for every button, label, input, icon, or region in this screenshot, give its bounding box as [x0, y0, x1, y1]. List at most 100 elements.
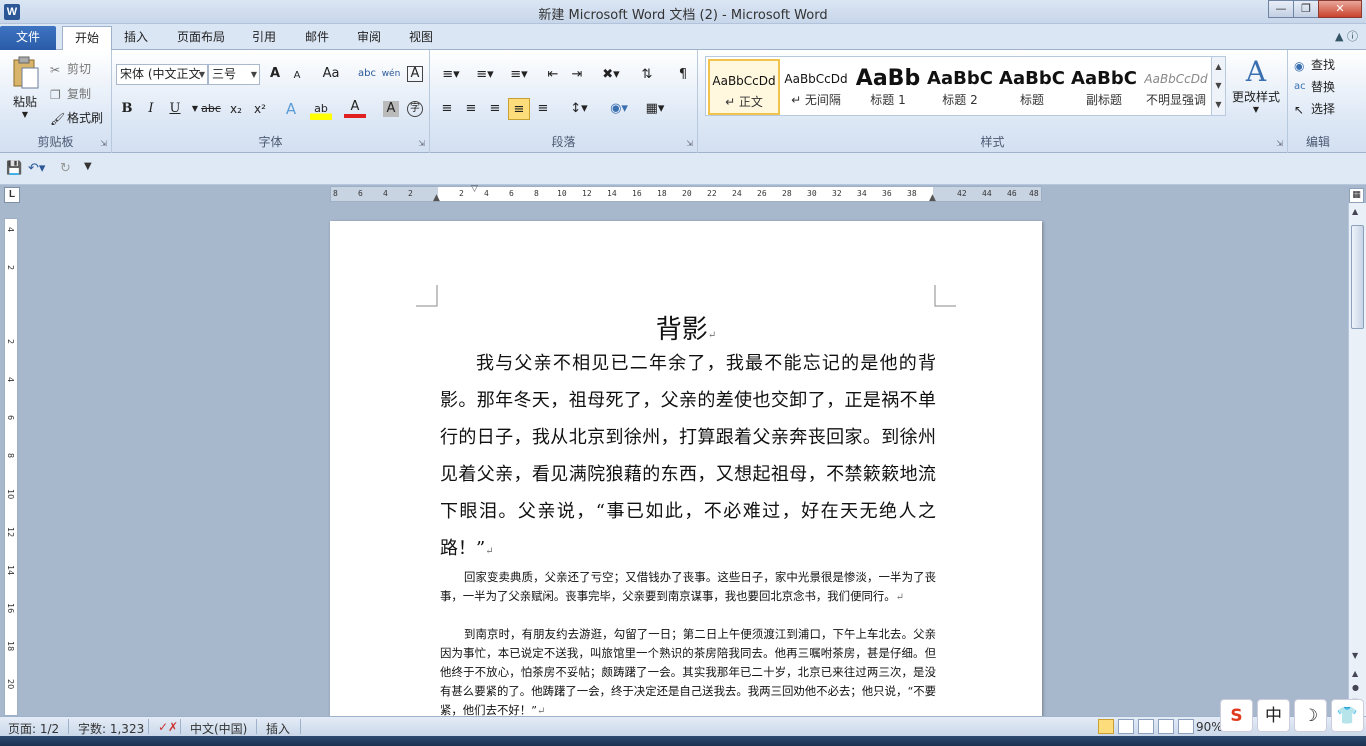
- close-icon[interactable]: ✕: [1318, 0, 1362, 18]
- style-heading-1[interactable]: AaBb 标题 1: [852, 59, 924, 115]
- tab-mailings[interactable]: 邮件: [293, 26, 341, 50]
- scroll-thumb[interactable]: [1351, 225, 1364, 329]
- outline-view-icon[interactable]: [1158, 719, 1174, 734]
- left-indent-marker-icon[interactable]: ▲: [433, 193, 440, 203]
- vertical-scrollbar[interactable]: ▲ ▼ ▲ ● ▼: [1348, 203, 1366, 716]
- phonetic-guide-icon[interactable]: abc: [356, 63, 378, 85]
- numbering-icon[interactable]: ≡▾: [470, 64, 500, 86]
- zoom-level[interactable]: 90%: [1196, 720, 1223, 734]
- ribbon-help-icon[interactable]: ▲ ⓘ: [1335, 28, 1358, 44]
- save-icon[interactable]: 💾: [6, 161, 22, 176]
- redo-icon[interactable]: ↻: [60, 161, 71, 176]
- browse-object-icon[interactable]: ●: [1352, 683, 1359, 692]
- align-center-icon[interactable]: ≡: [460, 98, 482, 120]
- shading-icon[interactable]: ◉▾: [604, 98, 634, 120]
- style-title[interactable]: AaBbC 标题: [996, 59, 1068, 115]
- word-count[interactable]: 字数: 1,323: [78, 720, 144, 737]
- show-marks-icon[interactable]: ¶: [672, 64, 694, 86]
- restore-icon[interactable]: ❐: [1293, 0, 1319, 18]
- font-size-select[interactable]: 三号 ▼: [208, 64, 260, 85]
- clipboard-launcher-icon[interactable]: ⇲: [100, 139, 107, 148]
- customize-qat-icon[interactable]: ▼: [84, 161, 92, 172]
- replace-button[interactable]: ac 替换: [1294, 78, 1335, 95]
- horizontal-ruler[interactable]: 8 6 4 2 2 4 6 8 10 12 14 16 18 20 22 24 …: [330, 184, 1042, 203]
- style-no-spacing[interactable]: AaBbCcDd ↵ 无间隔: [780, 59, 852, 115]
- superscript-button[interactable]: x²: [249, 98, 271, 120]
- borders-icon[interactable]: ▦▾: [640, 98, 670, 120]
- language-indicator[interactable]: 中文(中国): [190, 720, 247, 737]
- tab-view[interactable]: 视图: [397, 26, 445, 50]
- styles-gallery-scroll[interactable]: ▲ ▼ ▼: [1211, 56, 1226, 116]
- tab-references[interactable]: 引用: [240, 26, 288, 50]
- paste-button[interactable]: 粘贴 ▼: [8, 56, 42, 122]
- tab-review[interactable]: 审阅: [345, 26, 393, 50]
- tab-page-layout[interactable]: 页面布局: [165, 26, 237, 50]
- document-page[interactable]: 背影↵ 我与父亲不相见已二年余了，我最不能忘记的是他的背影。那年冬天，祖母死了，…: [330, 221, 1042, 716]
- scroll-up-icon[interactable]: ▲: [1352, 207, 1358, 216]
- ime-language-toggle[interactable]: 中: [1257, 699, 1290, 732]
- find-button[interactable]: ◉ 查找: [1294, 56, 1335, 73]
- paste-dropdown-icon[interactable]: ▼: [8, 110, 42, 119]
- underline-button[interactable]: U: [164, 98, 186, 120]
- first-line-indent-icon[interactable]: ▽: [471, 184, 478, 194]
- char-border-icon[interactable]: A: [407, 66, 423, 82]
- align-left-icon[interactable]: ≡: [436, 98, 458, 120]
- change-styles-button[interactable]: A 更改样式 ▼: [1230, 56, 1282, 115]
- proofing-icon[interactable]: ✓✗: [158, 720, 178, 734]
- font-launcher-icon[interactable]: ⇲: [418, 139, 425, 148]
- font-color-button[interactable]: A: [344, 98, 366, 118]
- enclose-char-icon[interactable]: 字: [407, 101, 423, 117]
- clear-format-icon[interactable]: wén: [380, 63, 402, 85]
- styles-launcher-icon[interactable]: ⇲: [1276, 139, 1283, 148]
- font-name-select[interactable]: 宋体 (中文正文 ▼: [116, 64, 208, 85]
- tab-insert[interactable]: 插入: [112, 26, 160, 50]
- copy-button[interactable]: ❐ 复制: [50, 85, 91, 102]
- view-ruler-icon[interactable]: ▦: [1349, 188, 1364, 203]
- tab-home[interactable]: 开始: [62, 26, 113, 50]
- distributed-icon[interactable]: ≡: [532, 98, 554, 120]
- multilevel-list-icon[interactable]: ≡▾: [504, 64, 534, 86]
- increase-indent-icon[interactable]: ⇥: [566, 64, 588, 86]
- subscript-button[interactable]: x₂: [225, 98, 247, 120]
- line-spacing-icon[interactable]: ↕▾: [564, 98, 594, 120]
- document-title[interactable]: 背影↵: [330, 309, 1042, 346]
- right-indent-marker-icon[interactable]: ▲: [929, 193, 936, 203]
- change-case-button[interactable]: Aa: [316, 63, 346, 85]
- style-normal[interactable]: AaBbCcDd ↵ 正文: [708, 59, 780, 115]
- paragraph-1[interactable]: 我与父亲不相见已二年余了，我最不能忘记的是他的背影。那年冬天，祖母死了，父亲的差…: [440, 345, 936, 570]
- style-subtitle[interactable]: AaBbC 副标题: [1068, 59, 1140, 115]
- shrink-font-button[interactable]: A: [286, 65, 308, 87]
- grow-font-button[interactable]: A: [264, 63, 286, 85]
- style-heading-2[interactable]: AaBbC 标题 2: [924, 59, 996, 115]
- web-layout-view-icon[interactable]: [1138, 719, 1154, 734]
- draft-view-icon[interactable]: [1178, 719, 1194, 734]
- full-screen-view-icon[interactable]: [1118, 719, 1134, 734]
- asian-layout-icon[interactable]: ✖▾: [596, 64, 626, 86]
- italic-button[interactable]: I: [140, 98, 162, 120]
- bold-button[interactable]: B: [116, 98, 138, 120]
- undo-icon[interactable]: ↶▾: [28, 161, 45, 176]
- tab-file[interactable]: 文件: [0, 26, 56, 50]
- align-right-icon[interactable]: ≡: [484, 98, 506, 120]
- sogou-logo-icon[interactable]: S: [1220, 699, 1253, 732]
- page-count[interactable]: 页面: 1/2: [8, 720, 59, 737]
- print-layout-view-icon[interactable]: [1098, 719, 1114, 734]
- cut-button[interactable]: ✂ 剪切: [50, 60, 91, 77]
- select-button[interactable]: ↖ 选择: [1294, 100, 1335, 117]
- vertical-ruler[interactable]: 4 2 2 4 6 8 10 12 14 16 18 20: [4, 218, 18, 716]
- insert-mode-indicator[interactable]: 插入: [266, 720, 290, 737]
- paragraph-2[interactable]: 回家变卖典质，父亲还了亏空；又借钱办了丧事。这些日子，家中光景很是惨淡，一半为了…: [440, 568, 936, 607]
- minimize-icon[interactable]: —: [1268, 0, 1294, 18]
- format-painter-button[interactable]: 🖌 格式刷: [50, 109, 103, 126]
- style-subtle-emphasis[interactable]: AaBbCcDd 不明显强调: [1140, 59, 1212, 115]
- paragraph-3[interactable]: 到南京时，有朋友约去游逛，勾留了一日；第二日上午便须渡江到浦口，下午上车北去。父…: [440, 625, 936, 716]
- scroll-down-icon[interactable]: ▼: [1352, 651, 1358, 660]
- tab-stop-selector[interactable]: L: [4, 187, 20, 203]
- decrease-indent-icon[interactable]: ⇤: [542, 64, 564, 86]
- sort-icon[interactable]: ⇅: [636, 64, 658, 86]
- moon-icon[interactable]: ☽: [1294, 699, 1327, 732]
- skin-shirt-icon[interactable]: 👕: [1331, 699, 1364, 732]
- prev-page-icon[interactable]: ▲: [1352, 669, 1358, 678]
- strikethrough-button[interactable]: abc: [200, 98, 222, 120]
- bullets-icon[interactable]: ≡▾: [436, 64, 466, 86]
